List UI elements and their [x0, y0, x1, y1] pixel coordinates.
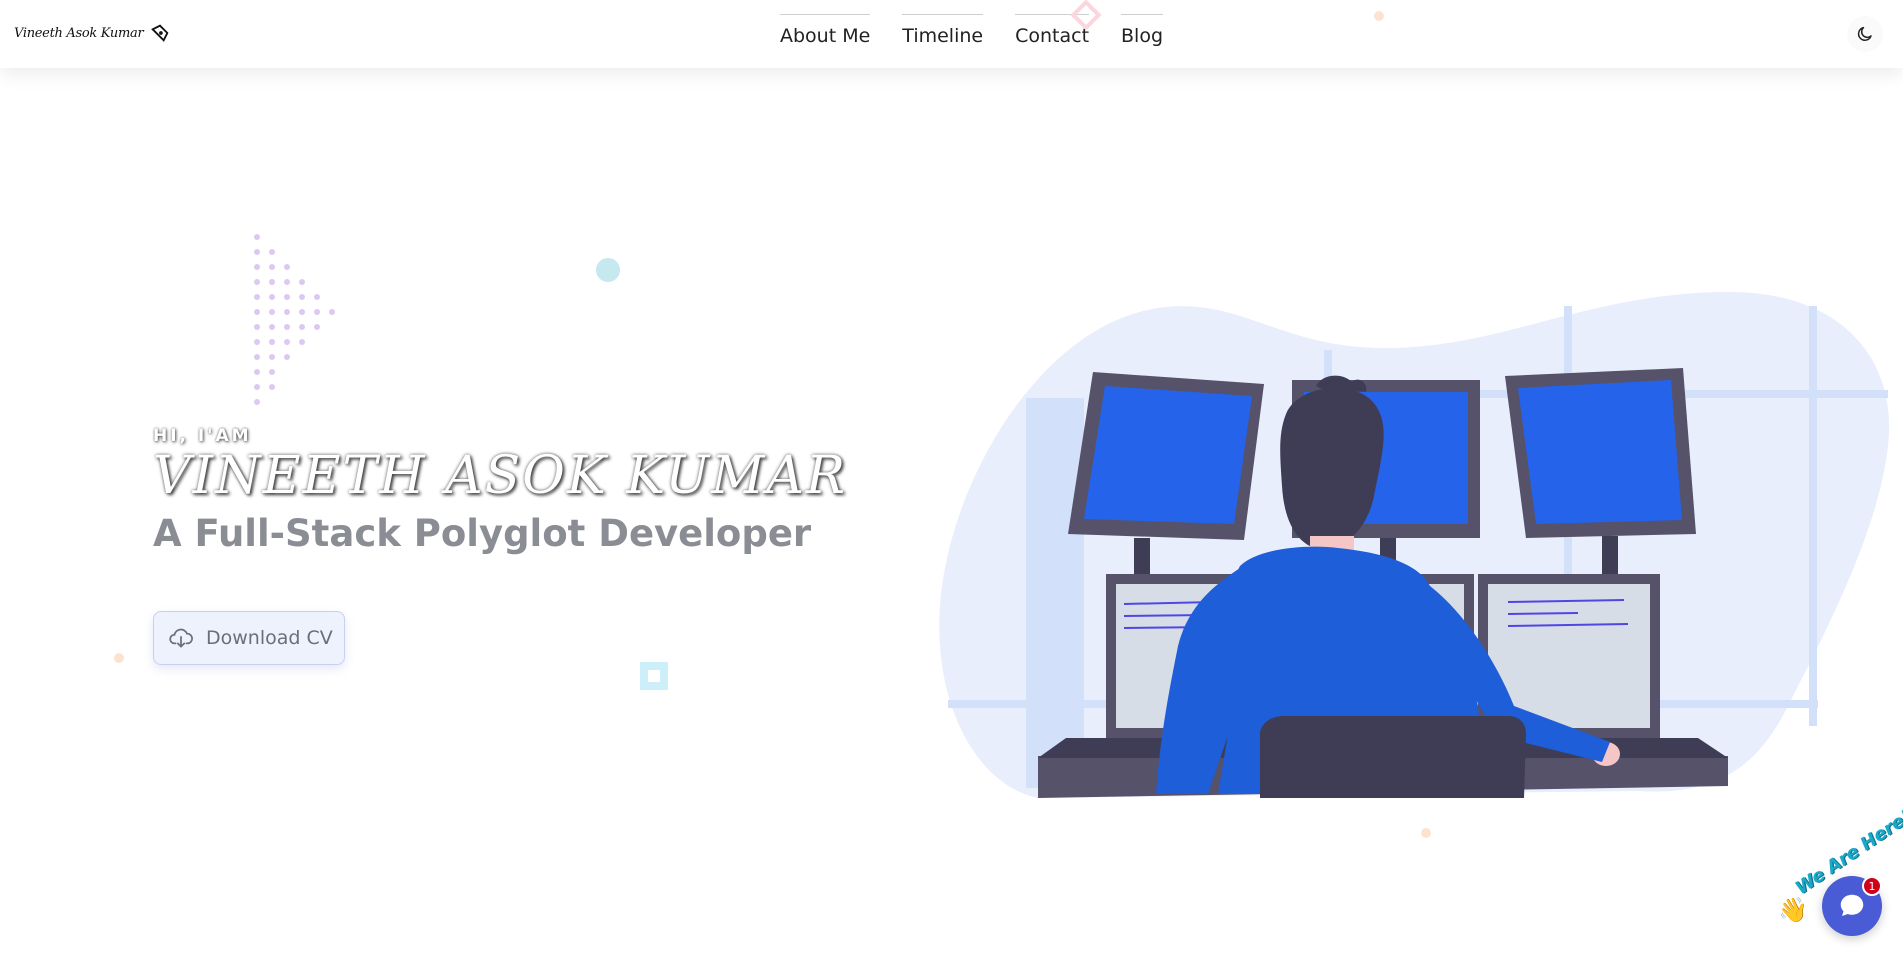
decor-dot: [1421, 828, 1431, 838]
decor-dot: [114, 653, 124, 663]
decor-square: [640, 662, 668, 690]
logo-text: Vineeth Asok Kumar: [14, 25, 144, 41]
decor-dot: [1374, 11, 1384, 21]
theme-toggle-button[interactable]: [1847, 16, 1883, 52]
site-logo[interactable]: Vineeth Asok Kumar: [14, 22, 171, 44]
waving-hand-icon: 👋: [1778, 896, 1808, 924]
decor-dot-pattern: [254, 234, 335, 405]
cloud-download-icon: [169, 628, 193, 648]
hero-name: VINEETH ASOK KUMAR: [153, 446, 848, 506]
chat-notification-badge: 1: [1862, 876, 1882, 896]
nav-timeline[interactable]: Timeline: [902, 14, 984, 47]
developer-illustration: [939, 291, 1890, 798]
pen-icon: [151, 24, 169, 42]
nav-about-me[interactable]: About Me: [780, 14, 871, 47]
chat-bubble-icon: [1840, 894, 1864, 916]
decor-circle: [596, 258, 620, 282]
moon-icon: [1857, 26, 1872, 41]
site-header: Vineeth Asok Kumar About Me Timeline Con…: [0, 0, 1903, 68]
nav-blog[interactable]: Blog: [1121, 14, 1164, 47]
hero-text: HI, I'AM VINEETH ASOK KUMAR A Full-Stack…: [153, 426, 847, 555]
main-nav: About Me Timeline Contact Blog: [780, 14, 1164, 47]
download-cv-label: Download CV: [206, 627, 333, 649]
download-cv-button[interactable]: Download CV: [153, 611, 345, 665]
hero-greeting: HI, I'AM: [153, 426, 252, 446]
hero-role: A Full-Stack Polyglot Developer: [153, 512, 812, 555]
